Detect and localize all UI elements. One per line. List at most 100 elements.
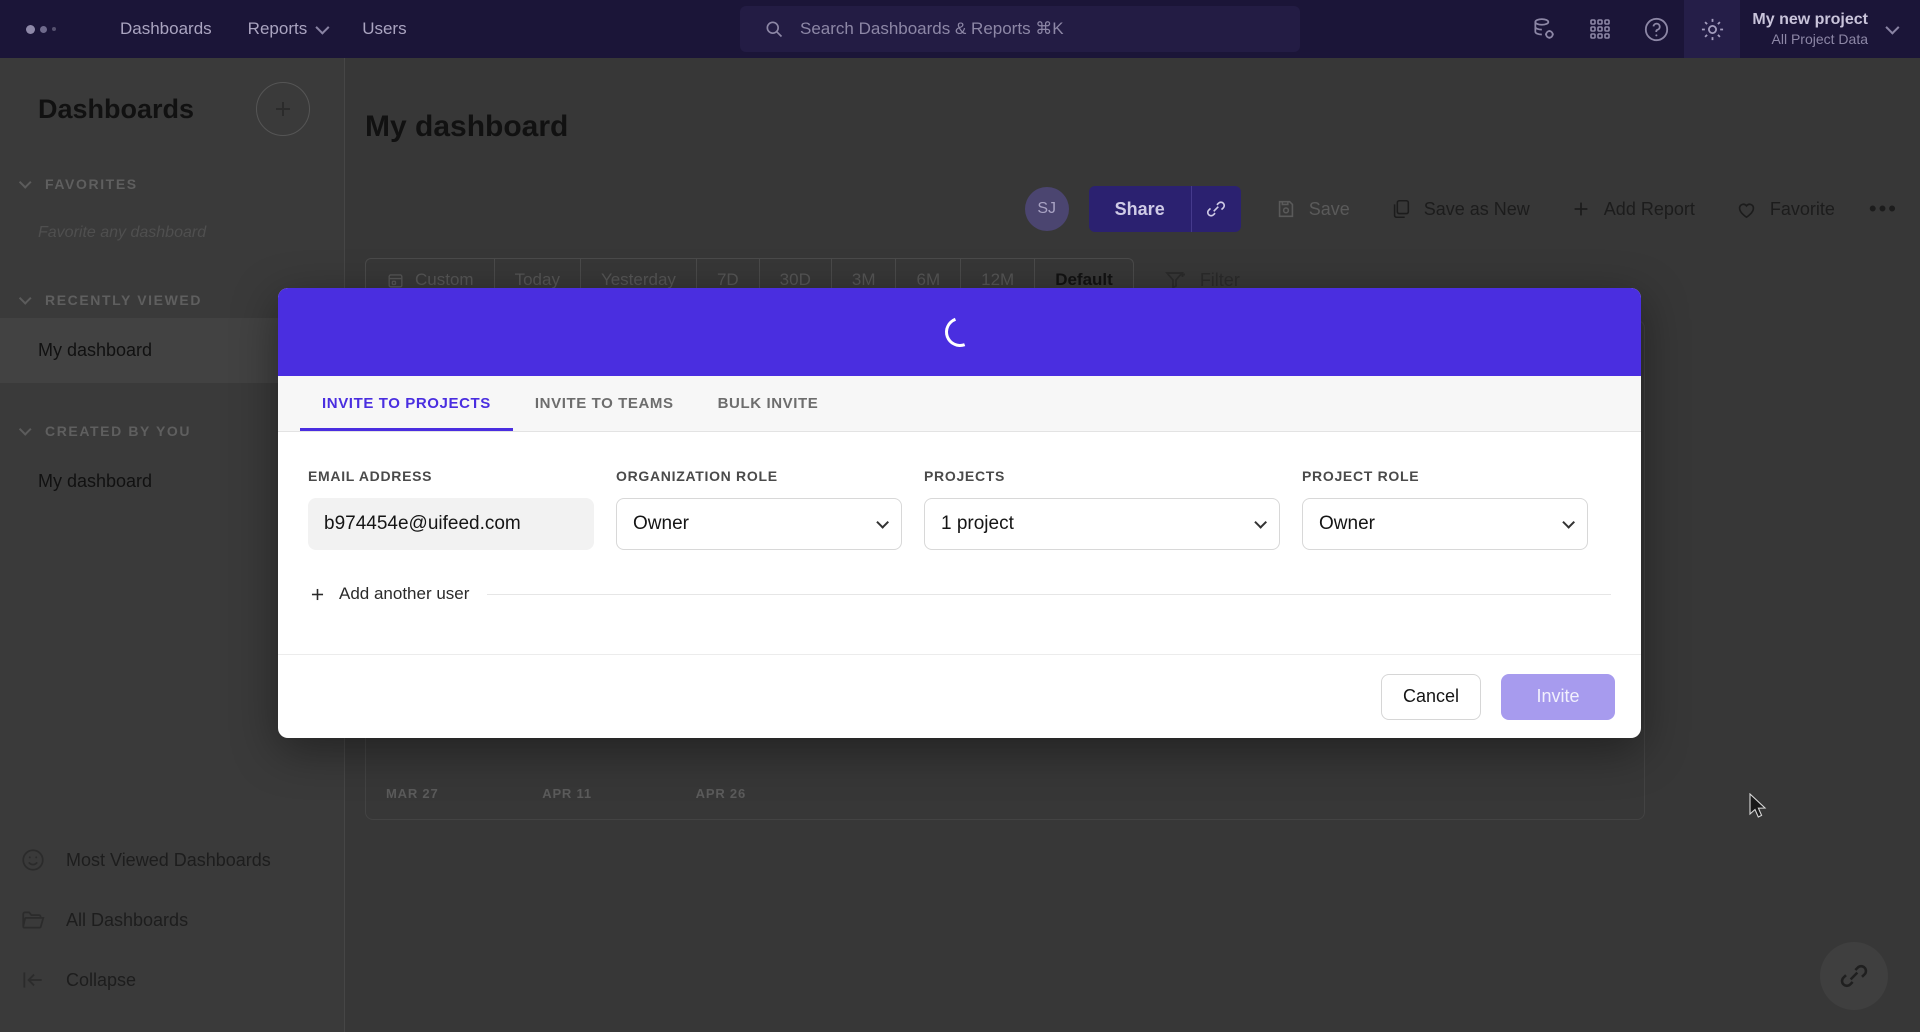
project-role-field-group: PROJECT ROLE Owner — [1302, 468, 1588, 550]
chevron-down-icon — [18, 175, 32, 189]
org-role-label: ORGANIZATION ROLE — [616, 468, 778, 484]
org-role-value: Owner — [633, 513, 689, 534]
favorites-empty-text: Favorite any dashboard — [38, 224, 207, 241]
save-label: Save — [1308, 198, 1350, 219]
sidebar-collapse-button[interactable]: Collapse — [0, 950, 344, 1010]
chevron-down-icon — [1254, 515, 1267, 529]
add-report-button[interactable]: Add Report — [1550, 186, 1715, 232]
add-report-label: Add Report — [1603, 198, 1695, 219]
apps-grid-icon[interactable] — [1572, 0, 1628, 58]
settings-gear-icon[interactable] — [1684, 0, 1741, 58]
date-range-label: Custom — [415, 270, 474, 289]
sidebar-group-favorites: FAVORITES Favorite any dashboard — [0, 166, 344, 252]
sidebar-group-label: RECENTLY VIEWED — [45, 292, 203, 308]
add-another-user-row: Add another user — [308, 584, 1611, 604]
nav-item-reports[interactable]: Reports — [247, 19, 330, 39]
heart-icon — [1738, 203, 1755, 218]
copy-icon — [1393, 199, 1409, 219]
sidebar-footer-label: Most Viewed Dashboards — [66, 849, 271, 870]
sidebar-group-label: CREATED BY YOU — [45, 423, 192, 439]
modal-footer: Cancel Invite — [278, 654, 1641, 738]
search-input[interactable]: Search Dashboards & Reports ⌘K — [740, 6, 1300, 52]
favorite-button[interactable]: Favorite — [1715, 186, 1855, 232]
projects-select[interactable]: 1 project — [924, 498, 1280, 550]
tab-invite-to-teams[interactable]: INVITE TO TEAMS — [513, 376, 696, 431]
link-icon — [1207, 201, 1226, 217]
help-circle-icon[interactable] — [1628, 0, 1684, 58]
logo-icon[interactable] — [26, 24, 72, 34]
modal-body: EMAIL ADDRESS b974454e@uifeed.com ORGANI… — [278, 432, 1641, 604]
chart-x-axis: MAR 27 APR 11 APR 26 — [386, 786, 746, 801]
x-tick-label: APR 11 — [542, 786, 592, 801]
share-button[interactable]: Share — [1088, 186, 1191, 232]
nav-item-dashboards[interactable]: Dashboards — [120, 19, 212, 39]
sidebar-group-header[interactable]: FAVORITES — [0, 166, 344, 202]
mouse-cursor — [1749, 793, 1767, 818]
projects-field-group: PROJECTS 1 project — [924, 468, 1280, 550]
plus-icon — [1574, 202, 1588, 216]
org-role-select[interactable]: Owner — [616, 498, 902, 550]
search-placeholder: Search Dashboards & Reports ⌘K — [800, 19, 1064, 38]
nav-item-label: Users — [362, 19, 407, 38]
save-button: Save — [1255, 186, 1370, 232]
nav-item-users[interactable]: Users — [362, 19, 406, 39]
projects-value: 1 project — [941, 513, 1014, 534]
more-options-button[interactable]: ••• — [1855, 196, 1912, 222]
sidebar-footer-label: Collapse — [66, 969, 137, 990]
top-nav-actions: My new project All Project Data — [1516, 0, 1920, 58]
copy-link-button[interactable] — [1190, 186, 1241, 232]
project-name: My new project — [1752, 10, 1868, 28]
nav-item-label: Dashboards — [120, 19, 212, 38]
project-role-select[interactable]: Owner — [1302, 498, 1588, 550]
modal-tab-bar: INVITE TO PROJECTS INVITE TO TEAMS BULK … — [278, 376, 1641, 432]
x-tick-label: APR 26 — [695, 786, 746, 801]
folder-icon — [22, 911, 45, 929]
nav-item-label: Reports — [247, 19, 308, 38]
plus-icon — [311, 588, 324, 600]
dashboard-toolbar: SJ Share Save Save as New Add Report Fav… — [1024, 186, 1912, 232]
chevron-down-icon — [18, 422, 32, 436]
divider — [487, 593, 1611, 595]
project-role-label: PROJECT ROLE — [1302, 468, 1420, 484]
project-selector[interactable]: My new project All Project Data — [1752, 10, 1920, 49]
modal-header — [278, 288, 1641, 376]
cancel-button[interactable]: Cancel — [1381, 673, 1481, 720]
invite-user-modal: INVITE TO PROJECTS INVITE TO TEAMS BULK … — [278, 288, 1641, 738]
floating-link-button[interactable] — [1820, 942, 1888, 1010]
save-floppy-icon — [1278, 200, 1293, 218]
projects-label: PROJECTS — [924, 468, 1006, 484]
database-gear-icon[interactable] — [1516, 0, 1572, 58]
add-another-user-button[interactable]: Add another user — [308, 584, 469, 604]
invite-button[interactable]: Invite — [1501, 673, 1615, 720]
project-role-value: Owner — [1319, 513, 1375, 534]
smiley-icon — [22, 849, 44, 871]
chevron-down-icon — [1562, 515, 1575, 529]
avatar[interactable]: SJ — [1024, 187, 1069, 231]
add-dashboard-button[interactable] — [256, 82, 310, 136]
email-input[interactable]: b974454e@uifeed.com — [308, 498, 594, 550]
add-another-user-label: Add another user — [339, 584, 470, 603]
tab-invite-to-projects[interactable]: INVITE TO PROJECTS — [300, 376, 513, 431]
sidebar-footer-label: All Dashboards — [66, 909, 189, 930]
calendar-icon — [388, 273, 403, 288]
save-as-new-label: Save as New — [1423, 198, 1530, 219]
loading-spinner-icon — [939, 312, 980, 352]
save-as-new-button[interactable]: Save as New — [1370, 186, 1550, 232]
sidebar-item-most-viewed-dashboards[interactable]: Most Viewed Dashboards — [0, 830, 344, 890]
email-field-group: EMAIL ADDRESS b974454e@uifeed.com — [308, 468, 594, 550]
invite-form-row: EMAIL ADDRESS b974454e@uifeed.com ORGANI… — [308, 468, 1611, 550]
search-icon — [766, 21, 783, 38]
link-icon — [1840, 964, 1868, 988]
sidebar-title: Dashboards — [38, 93, 195, 124]
project-subtitle: All Project Data — [1771, 31, 1868, 48]
x-tick-label: MAR 27 — [386, 786, 439, 801]
tab-bulk-invite[interactable]: BULK INVITE — [696, 376, 841, 431]
sidebar-item-all-dashboards[interactable]: All Dashboards — [0, 890, 344, 950]
chevron-down-icon — [315, 20, 330, 35]
collapse-arrow-icon — [23, 972, 42, 988]
app-root: Dashboards Reports Users Search Dashboar… — [0, 0, 1920, 1032]
favorite-label: Favorite — [1769, 198, 1835, 219]
sidebar-footer: Most Viewed Dashboards All Dashboards Co… — [0, 830, 344, 1010]
chevron-down-icon — [18, 291, 32, 305]
sidebar-header: Dashboards — [0, 58, 344, 136]
